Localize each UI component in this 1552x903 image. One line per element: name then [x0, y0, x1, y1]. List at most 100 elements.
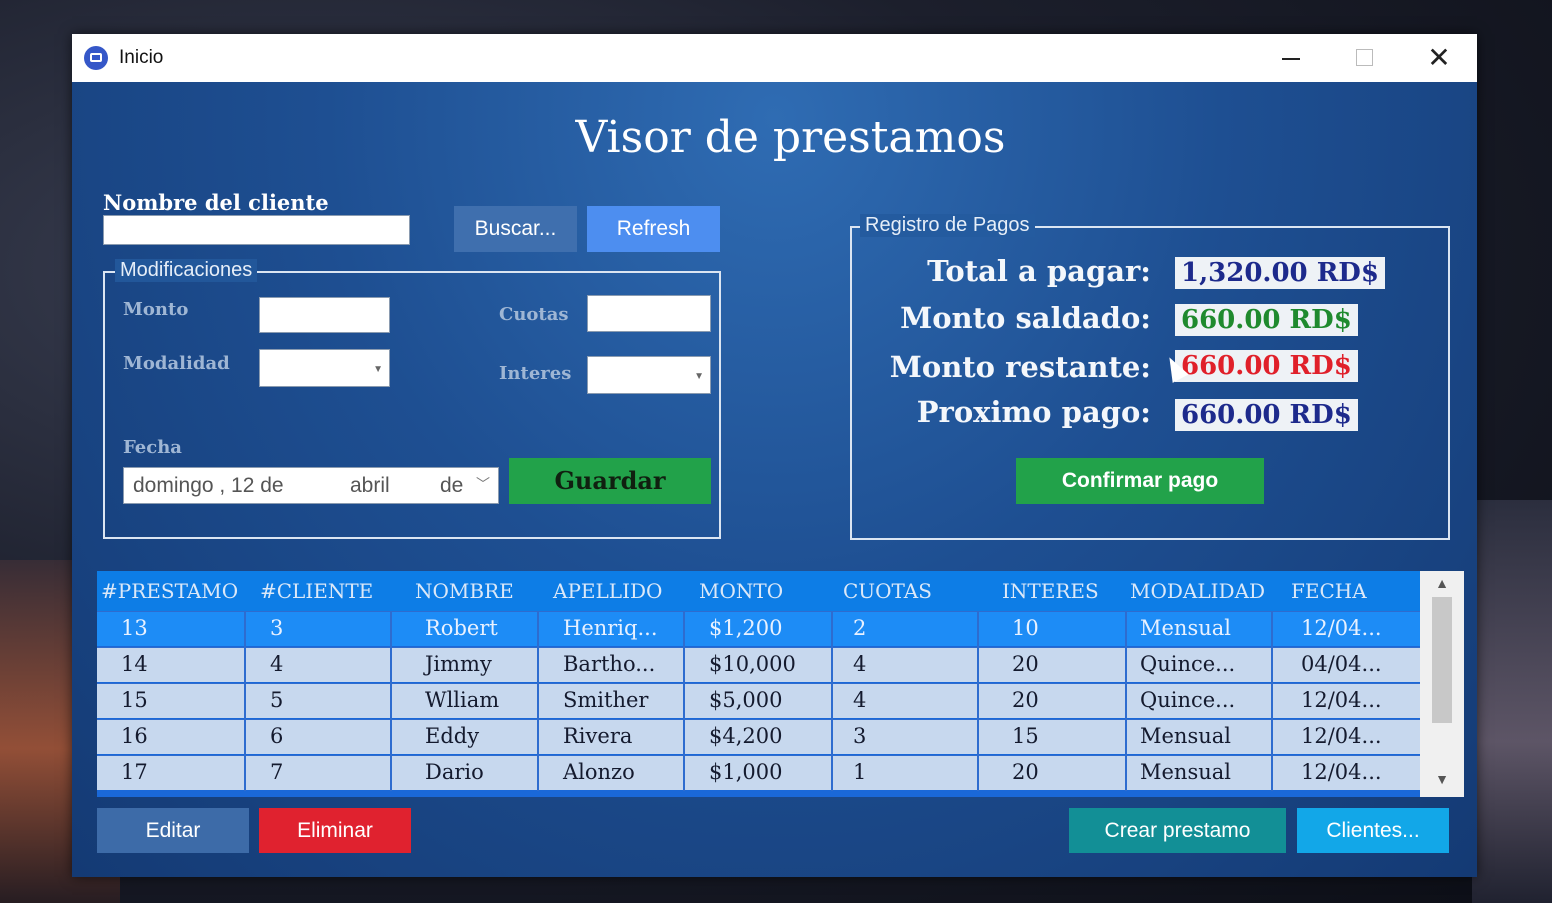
scroll-up-icon[interactable]: ▲ — [1420, 575, 1464, 597]
cell-divider — [244, 648, 246, 683]
table-cell: 16 — [121, 724, 148, 748]
cell-divider — [390, 720, 392, 755]
clientes-button[interactable]: Clientes... — [1297, 808, 1449, 853]
cell-divider — [683, 648, 685, 683]
table-cell: 20 — [1012, 760, 1039, 784]
column-header[interactable]: INTERES — [1002, 579, 1099, 603]
table-cell: 1 — [853, 760, 867, 784]
cell-divider — [1271, 612, 1273, 647]
cell-divider — [831, 684, 833, 719]
column-header[interactable]: MODALIDAD — [1130, 579, 1265, 603]
modalidad-label: Modalidad — [123, 353, 230, 374]
table-row[interactable]: 14 4 Jimmy Bartho... $10,000 4 20 Quince... 04/0… — [97, 647, 1420, 683]
column-header[interactable]: NOMBRE — [415, 579, 514, 603]
desktop-background-right — [1472, 500, 1552, 903]
proximo-label: Proximo pago: — [916, 395, 1151, 429]
restante-value: 660.00 RD$ — [1175, 350, 1358, 382]
close-button[interactable]: ✕ — [1419, 42, 1459, 74]
column-header[interactable]: #PRESTAMO — [101, 579, 238, 603]
table-header: #PRESTAMO #CLIENTE NOMBRE APELLIDO MONTO CUOT… — [97, 571, 1420, 611]
table-row[interactable]: 17 7 Dario Alonzo $1,000 1 20 Mensual 12/04... — [97, 755, 1420, 791]
cell-divider — [390, 648, 392, 683]
table-cell: 3 — [853, 724, 867, 748]
table-row[interactable]: 13 3 Robert Henriq... $1,200 2 10 Mensual 12/04.… — [97, 611, 1420, 647]
scroll-down-icon[interactable]: ▼ — [1420, 771, 1464, 793]
cell-divider — [1271, 720, 1273, 755]
table-cell: Mensual — [1140, 616, 1231, 640]
column-header[interactable]: FECHA — [1291, 579, 1367, 603]
cell-divider — [244, 612, 246, 647]
cell-divider — [683, 720, 685, 755]
table-cell: 7 — [270, 760, 284, 784]
cell-divider — [1271, 648, 1273, 683]
monto-label: Monto — [123, 299, 189, 320]
cuotas-input[interactable] — [587, 295, 711, 332]
table-cell: $4,200 — [709, 724, 783, 748]
table-cell: 15 — [121, 688, 148, 712]
table-cell: Robert — [425, 616, 498, 640]
table-cell: Mensual — [1140, 724, 1231, 748]
table-cell: Eddy — [425, 724, 480, 748]
table-cell: 5 — [270, 688, 284, 712]
cell-divider — [537, 684, 539, 719]
refresh-button[interactable]: Refresh — [587, 206, 720, 252]
table-cell: Jimmy — [425, 652, 492, 676]
cell-divider — [831, 648, 833, 683]
modalidad-select[interactable]: ▼ — [259, 349, 390, 387]
table-cell: Dario — [425, 760, 484, 784]
table-row[interactable]: 15 5 Wlliam Smither $5,000 4 20 Quince... 12/04.… — [97, 683, 1420, 719]
cell-divider — [831, 756, 833, 791]
interes-select[interactable]: ▼ — [587, 356, 711, 394]
editar-button[interactable]: Editar — [97, 808, 249, 853]
cell-divider — [831, 720, 833, 755]
column-header[interactable]: CUOTAS — [843, 579, 932, 603]
buscar-button[interactable]: Buscar... — [454, 206, 577, 252]
table-cell: $10,000 — [709, 652, 796, 676]
page-title: Visor de prestamos — [575, 112, 1006, 163]
eliminar-button[interactable]: Eliminar — [259, 808, 411, 853]
table-cell: 20 — [1012, 652, 1039, 676]
cell-divider — [683, 612, 685, 647]
table-cell: 17 — [121, 760, 148, 784]
minimize-button[interactable] — [1271, 42, 1311, 74]
app-window: Inicio ✕ Visor de prestamos Nombre del c… — [72, 34, 1477, 877]
scroll-thumb[interactable] — [1432, 597, 1452, 723]
table-cell: 3 — [270, 616, 284, 640]
table-cell: Henriq... — [563, 616, 658, 640]
crear-prestamo-button[interactable]: Crear prestamo — [1069, 808, 1286, 853]
monto-input[interactable] — [259, 297, 390, 333]
table-cell: 04/04... — [1301, 652, 1382, 676]
maximize-button[interactable] — [1344, 42, 1384, 74]
cell-divider — [977, 684, 979, 719]
restante-label: Monto restante: — [889, 350, 1151, 384]
registro-pagos-title: Registro de Pagos — [860, 214, 1035, 237]
cell-divider — [537, 756, 539, 791]
cell-divider — [977, 756, 979, 791]
table-cell: Quince... — [1140, 688, 1236, 712]
loans-table[interactable]: #PRESTAMO #CLIENTE NOMBRE APELLIDO MONTO CUOT… — [97, 571, 1464, 797]
table-cell: $5,000 — [709, 688, 783, 712]
cell-divider — [1125, 720, 1127, 755]
table-cell: 20 — [1012, 688, 1039, 712]
fecha-month: abril — [350, 474, 390, 497]
table-cell: 6 — [270, 724, 284, 748]
client-name-input[interactable] — [103, 215, 410, 245]
table-row[interactable]: 16 6 Eddy Rivera $4,200 3 15 Mensual 12/04... — [97, 719, 1420, 755]
cell-divider — [977, 720, 979, 755]
column-header[interactable]: #CLIENTE — [260, 579, 373, 603]
guardar-button[interactable]: Guardar — [509, 458, 711, 504]
column-header[interactable]: APELLIDO — [553, 579, 662, 603]
cell-divider — [683, 684, 685, 719]
column-header[interactable]: MONTO — [699, 579, 783, 603]
table-cell: 4 — [853, 688, 867, 712]
cell-divider — [1271, 756, 1273, 791]
table-cell: 2 — [853, 616, 867, 640]
cell-divider — [244, 720, 246, 755]
fecha-date-picker[interactable]: domingo , 12 de abril de ﹀ — [123, 467, 499, 504]
confirmar-pago-button[interactable]: Confirmar pago — [1016, 458, 1264, 504]
table-scrollbar[interactable]: ▲ ▼ — [1420, 571, 1464, 797]
cell-divider — [977, 612, 979, 647]
table-cell: Alonzo — [563, 760, 635, 784]
table-cell: 12/04... — [1301, 760, 1382, 784]
cell-divider — [831, 612, 833, 647]
